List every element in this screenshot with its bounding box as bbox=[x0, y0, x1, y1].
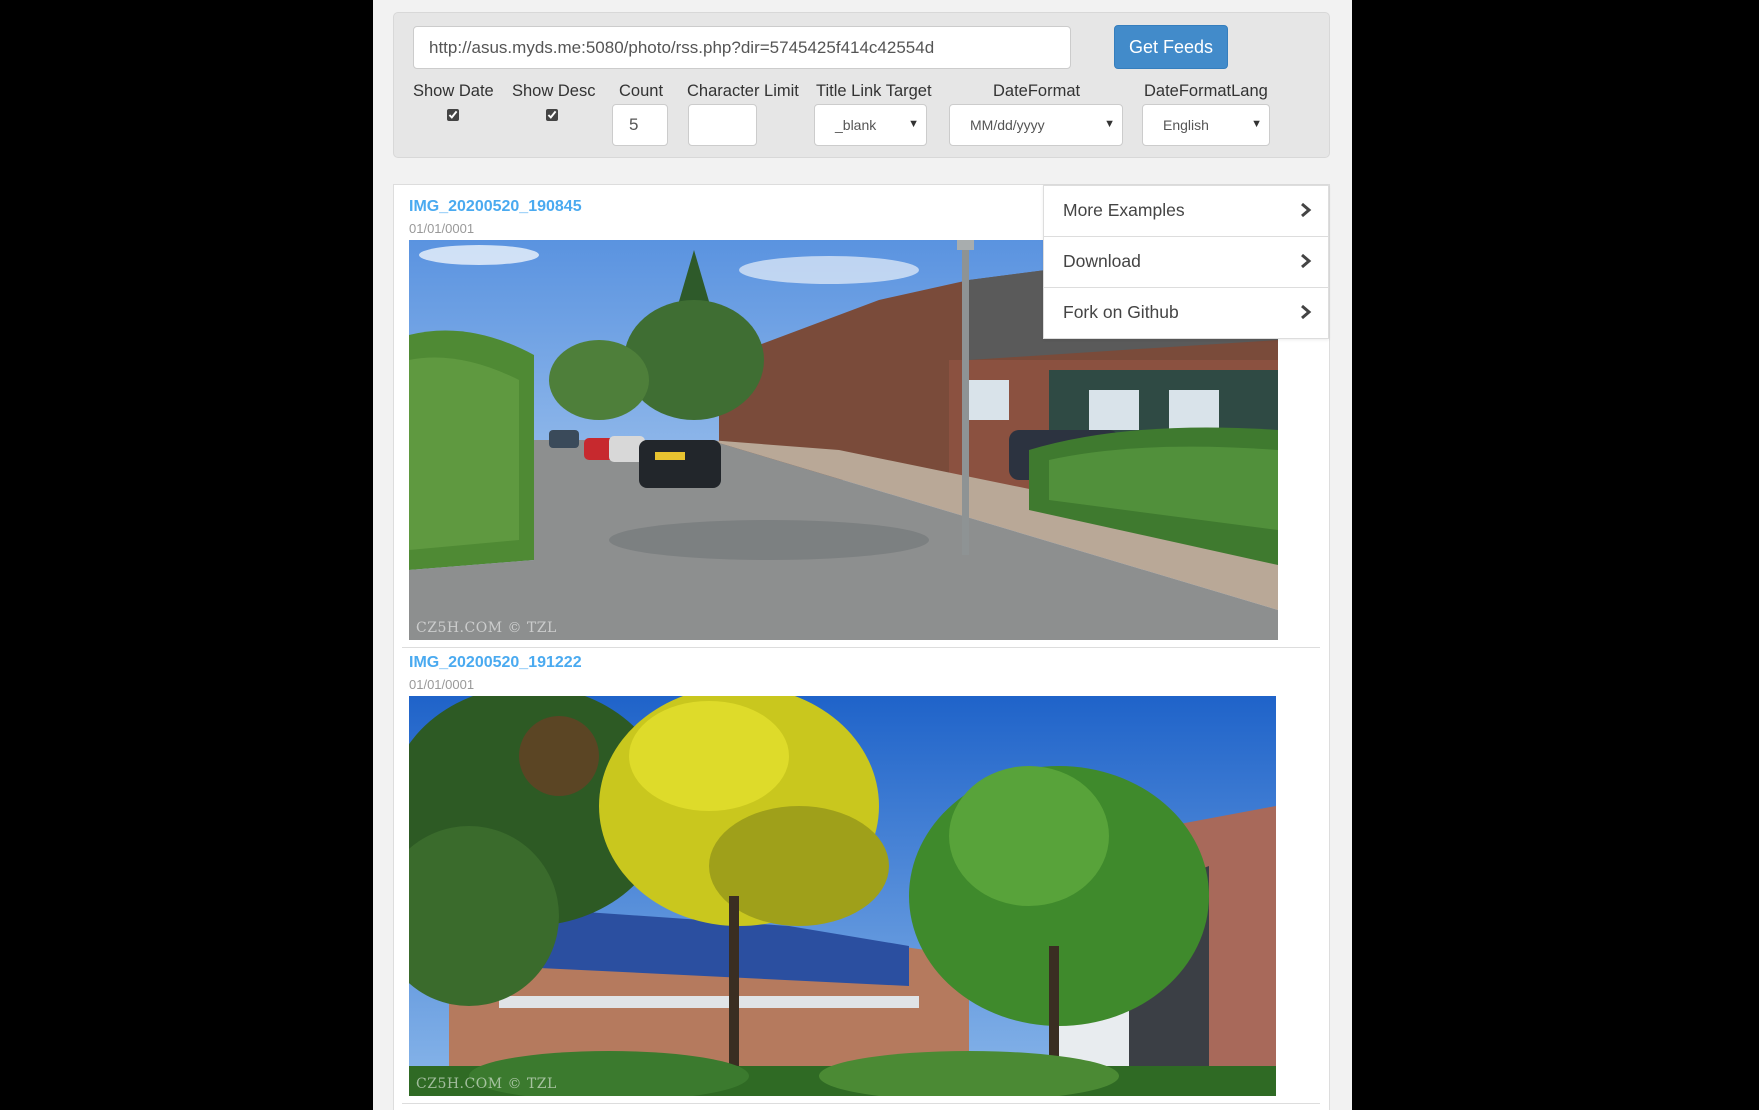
show-desc-label: Show Desc bbox=[512, 82, 596, 100]
trees-photo[interactable]: CZ5H.COM © TZL bbox=[409, 696, 1276, 1096]
character-limit-label: Character Limit bbox=[687, 82, 799, 100]
page: Get Feeds Show Date Show Desc Count Char… bbox=[373, 0, 1352, 1110]
date-format-select[interactable]: MM/dd/yyyy ▼ bbox=[949, 104, 1123, 146]
count-label: Count bbox=[619, 82, 664, 100]
show-date-checkbox[interactable] bbox=[447, 109, 459, 121]
date-format-lang-value: English bbox=[1163, 117, 1209, 133]
feed-options-panel: Get Feeds Show Date Show Desc Count Char… bbox=[393, 12, 1330, 158]
menu-item-label: Fork on Github bbox=[1063, 302, 1179, 322]
side-menu: More Examples Download Fork on Github bbox=[1043, 185, 1329, 339]
trees-photo-image bbox=[409, 696, 1276, 1096]
dropdown-arrow-icon: ▼ bbox=[1104, 118, 1115, 130]
menu-item-more-examples[interactable]: More Examples bbox=[1044, 186, 1328, 237]
get-feeds-button[interactable]: Get Feeds bbox=[1114, 25, 1228, 69]
title-link-target-label: Title Link Target bbox=[816, 82, 932, 100]
chevron-right-icon bbox=[1301, 253, 1312, 269]
chevron-right-icon bbox=[1301, 202, 1312, 218]
character-limit-input[interactable] bbox=[688, 104, 757, 146]
count-input[interactable] bbox=[612, 104, 668, 146]
item-separator bbox=[402, 1103, 1320, 1104]
dropdown-arrow-icon: ▼ bbox=[1251, 118, 1262, 130]
photo-watermark: CZ5H.COM © TZL bbox=[416, 620, 557, 636]
show-desc-checkbox[interactable] bbox=[546, 109, 558, 121]
date-format-value: MM/dd/yyyy bbox=[970, 117, 1045, 133]
feed-item-date: 01/01/0001 bbox=[409, 677, 475, 692]
date-format-lang-select[interactable]: English ▼ bbox=[1142, 104, 1270, 146]
menu-item-label: Download bbox=[1063, 251, 1141, 271]
photo-watermark: CZ5H.COM © TZL bbox=[416, 1076, 557, 1092]
title-link-target-select[interactable]: _blank ▼ bbox=[814, 104, 927, 146]
feed-url-input[interactable] bbox=[413, 26, 1071, 69]
feed-item: IMG_20200520_191222 01/01/0001 CZ5H.COM … bbox=[402, 641, 1320, 1104]
feed-item-title[interactable]: IMG_20200520_191222 bbox=[409, 654, 582, 672]
menu-item-download[interactable]: Download bbox=[1044, 237, 1328, 288]
title-link-target-value: _blank bbox=[835, 117, 877, 133]
chevron-right-icon bbox=[1301, 304, 1312, 320]
dropdown-arrow-icon: ▼ bbox=[908, 118, 919, 130]
feed-item-date: 01/01/0001 bbox=[409, 221, 475, 236]
feed-item-title[interactable]: IMG_20200520_190845 bbox=[409, 198, 582, 216]
date-format-lang-label: DateFormatLang bbox=[1144, 82, 1268, 100]
date-format-label: DateFormat bbox=[993, 82, 1081, 100]
show-date-label: Show Date bbox=[413, 82, 494, 100]
menu-item-label: More Examples bbox=[1063, 200, 1185, 220]
menu-item-fork-on-github[interactable]: Fork on Github bbox=[1044, 288, 1328, 339]
